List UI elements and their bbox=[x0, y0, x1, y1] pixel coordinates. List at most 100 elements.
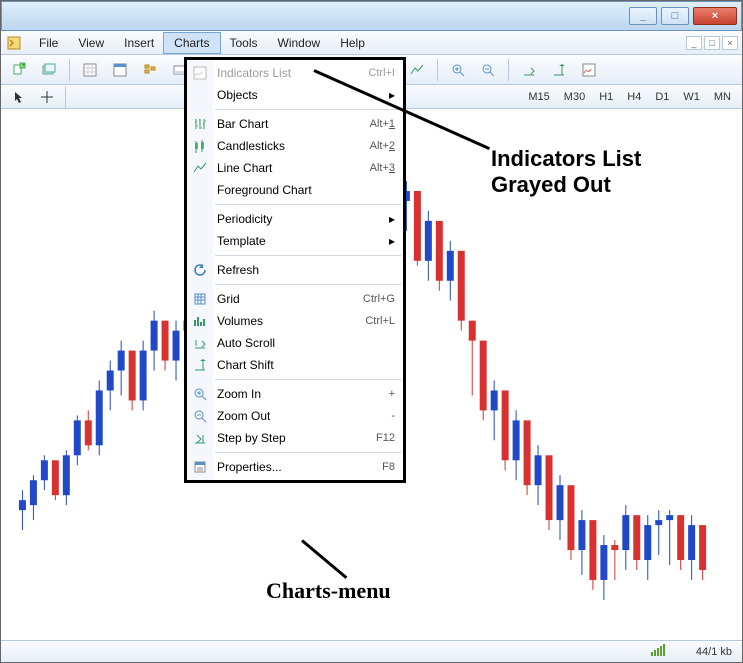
menuitem-objects[interactable]: Objects ▸ bbox=[187, 84, 403, 106]
menuitem-label: Template bbox=[217, 234, 266, 248]
mdi-restore-button[interactable]: □ bbox=[704, 36, 720, 50]
window-maximize-button[interactable]: □ bbox=[661, 7, 689, 25]
menuitem-shortcut: Ctrl+I bbox=[368, 67, 395, 79]
menuitem-label: Line Chart bbox=[217, 161, 272, 175]
submenu-arrow-icon: ▸ bbox=[389, 212, 395, 226]
svg-text:+: + bbox=[22, 63, 26, 69]
bar-chart-icon bbox=[191, 115, 209, 133]
menu-help[interactable]: Help bbox=[330, 33, 375, 53]
menuitem-shortcut: + bbox=[389, 388, 395, 400]
chartshift-toolbar-button[interactable] bbox=[547, 58, 571, 82]
menuitem-refresh[interactable]: Refresh bbox=[187, 259, 403, 281]
menuitem-shortcut: Alt+2 bbox=[370, 140, 395, 152]
menu-separator bbox=[215, 379, 401, 380]
menuitem-volumes[interactable]: Volumes Ctrl+L bbox=[187, 310, 403, 332]
tf-mn[interactable]: MN bbox=[709, 89, 736, 105]
menuitem-shortcut: Alt+3 bbox=[370, 162, 395, 174]
crosshair-tool-button[interactable] bbox=[35, 85, 59, 109]
menuitem-candle[interactable]: Candlesticks Alt+2 bbox=[187, 135, 403, 157]
candlestick-icon bbox=[191, 137, 209, 155]
connection-signal-icon bbox=[651, 644, 666, 659]
navigator-button[interactable] bbox=[138, 58, 162, 82]
menuitem-label: Properties... bbox=[217, 460, 282, 474]
tf-h1[interactable]: H1 bbox=[594, 89, 618, 105]
menuitem-zoomout[interactable]: Zoom Out- bbox=[187, 405, 403, 427]
menuitem-grid[interactable]: GridCtrl+G bbox=[187, 288, 403, 310]
menu-view[interactable]: View bbox=[68, 33, 114, 53]
menuitem-shortcut: Ctrl+L bbox=[365, 315, 395, 327]
market-watch-button[interactable] bbox=[78, 58, 102, 82]
menuitem-step[interactable]: Step by Step F12 bbox=[187, 427, 403, 449]
menuitem-foreground[interactable]: Foreground Chart bbox=[187, 179, 403, 201]
menuitem-label: Zoom In bbox=[217, 387, 261, 401]
menuitem-indicators: Indicators List Ctrl+I bbox=[187, 62, 403, 84]
indicators-icon bbox=[191, 64, 209, 82]
menuitem-bar[interactable]: Bar Chart Alt+1 bbox=[187, 113, 403, 135]
menuitem-label: Candlesticks bbox=[217, 139, 285, 153]
properties-icon bbox=[191, 458, 209, 476]
menu-separator bbox=[215, 109, 401, 110]
menu-separator bbox=[215, 255, 401, 256]
zoom-in-icon bbox=[191, 385, 209, 403]
grid-icon bbox=[191, 290, 209, 308]
autoscroll-toolbar-button[interactable] bbox=[517, 58, 541, 82]
menuitem-label: Objects bbox=[217, 88, 258, 102]
window-minimize-button[interactable]: _ bbox=[629, 7, 657, 25]
tf-m30[interactable]: M30 bbox=[559, 89, 590, 105]
mdi-child-controls: _ □ × bbox=[686, 36, 742, 50]
menu-separator bbox=[215, 452, 401, 453]
menuitem-line[interactable]: Line Chart Alt+3 bbox=[187, 157, 403, 179]
cursor-tool-button[interactable] bbox=[7, 85, 31, 109]
menuitem-shortcut: F12 bbox=[376, 432, 395, 444]
charts-dropdown-menu: Indicators List Ctrl+I Objects ▸ Bar Chart Al… bbox=[184, 57, 406, 483]
menu-tools[interactable]: Tools bbox=[220, 33, 268, 53]
line-chart-icon bbox=[191, 159, 209, 177]
status-bar: 44/1 kb bbox=[1, 640, 742, 662]
refresh-icon bbox=[191, 261, 209, 279]
menuitem-autoscroll[interactable]: Auto Scroll bbox=[187, 332, 403, 354]
connection-speed: 44/1 kb bbox=[696, 646, 732, 658]
autoscroll-icon bbox=[191, 334, 209, 352]
submenu-arrow-icon: ▸ bbox=[389, 88, 395, 102]
menu-insert[interactable]: Insert bbox=[114, 33, 164, 53]
window-close-button[interactable]: × bbox=[693, 7, 737, 25]
menuitem-label: Step by Step bbox=[217, 431, 286, 445]
tf-w1[interactable]: W1 bbox=[678, 89, 705, 105]
menuitem-label: Refresh bbox=[217, 263, 259, 277]
menuitem-label: Bar Chart bbox=[217, 117, 268, 131]
app-icon bbox=[5, 34, 23, 52]
menuitem-label: Periodicity bbox=[217, 212, 272, 226]
menuitem-label: Auto Scroll bbox=[217, 336, 275, 350]
indicators-toolbar-button[interactable] bbox=[577, 58, 601, 82]
menuitem-properties[interactable]: Properties...F8 bbox=[187, 456, 403, 478]
zoom-out-icon bbox=[191, 407, 209, 425]
mdi-close-button[interactable]: × bbox=[722, 36, 738, 50]
menuitem-label: Chart Shift bbox=[217, 358, 274, 372]
menuitem-shortcut: Alt+1 bbox=[370, 118, 395, 130]
menuitem-template[interactable]: Template ▸ bbox=[187, 230, 403, 252]
data-window-button[interactable] bbox=[108, 58, 132, 82]
tf-m15[interactable]: M15 bbox=[523, 89, 554, 105]
window-titlebar: _ □ × bbox=[1, 1, 742, 31]
menuitem-zoomin[interactable]: Zoom In + bbox=[187, 383, 403, 405]
menuitem-label: Indicators List bbox=[217, 66, 291, 80]
mdi-minimize-button[interactable]: _ bbox=[686, 36, 702, 50]
profiles-button[interactable] bbox=[37, 58, 61, 82]
menuitem-chartshift[interactable]: Chart Shift bbox=[187, 354, 403, 376]
line-chart-button[interactable] bbox=[405, 58, 429, 82]
menuitem-label: Volumes bbox=[217, 314, 263, 328]
tf-h4[interactable]: H4 bbox=[622, 89, 646, 105]
menu-separator bbox=[215, 284, 401, 285]
submenu-arrow-icon: ▸ bbox=[389, 234, 395, 248]
menu-window[interactable]: Window bbox=[268, 33, 331, 53]
step-icon bbox=[191, 429, 209, 447]
zoom-in-button[interactable] bbox=[446, 58, 470, 82]
tf-d1[interactable]: D1 bbox=[650, 89, 674, 105]
new-chart-button[interactable]: + bbox=[7, 58, 31, 82]
menu-file[interactable]: File bbox=[29, 33, 68, 53]
menuitem-periodicity[interactable]: Periodicity ▸ bbox=[187, 208, 403, 230]
zoom-out-button[interactable] bbox=[476, 58, 500, 82]
menu-charts[interactable]: Charts bbox=[164, 33, 219, 53]
chartshift-icon bbox=[191, 356, 209, 374]
volumes-icon bbox=[191, 312, 209, 330]
